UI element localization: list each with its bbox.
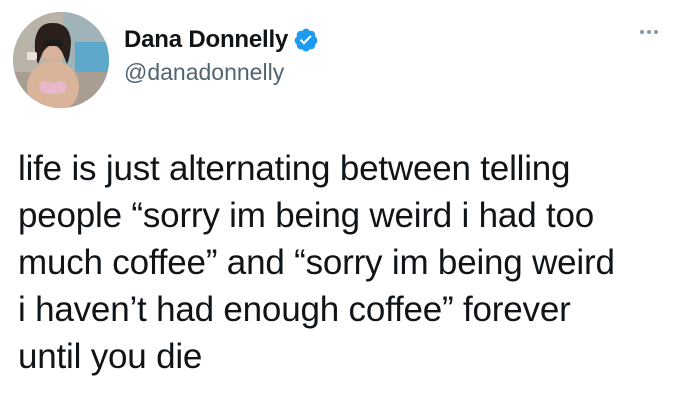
- display-name[interactable]: Dana Donnelly: [124, 25, 288, 55]
- dot: [647, 30, 651, 34]
- profile-photo-icon: [13, 12, 109, 108]
- verified-badge-icon: [293, 27, 319, 53]
- name-row: Dana Donnelly: [124, 25, 319, 55]
- tweet-header: Dana Donnelly @danadonnelly: [124, 25, 319, 87]
- more-options-icon[interactable]: [640, 30, 658, 34]
- dot: [640, 30, 644, 34]
- user-handle[interactable]: @danadonnelly: [124, 57, 319, 87]
- avatar[interactable]: [13, 12, 109, 108]
- dot: [654, 30, 658, 34]
- tweet-card: Dana Donnelly @danadonnelly life is just…: [0, 0, 682, 402]
- tweet-text: life is just alternating between telling…: [18, 149, 615, 376]
